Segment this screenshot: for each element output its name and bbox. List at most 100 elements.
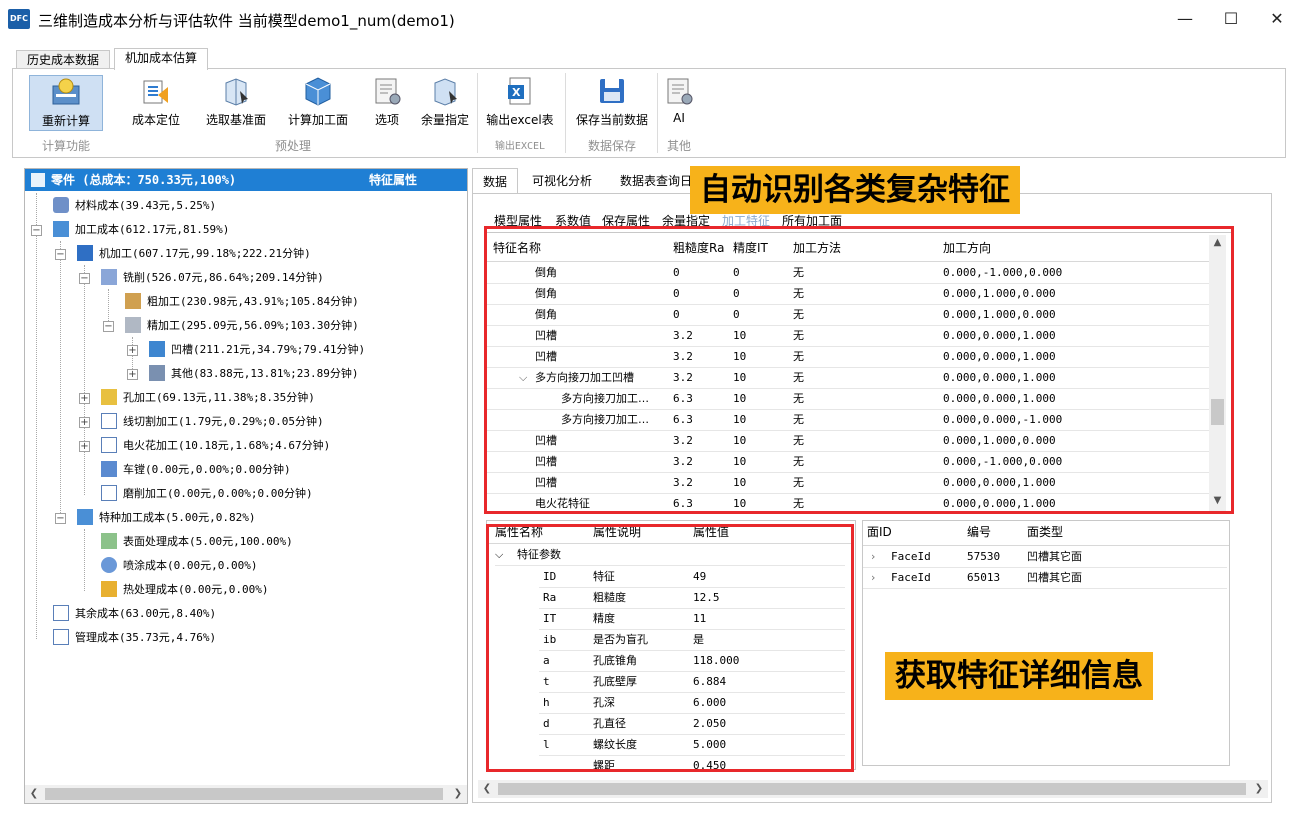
tree-node-special[interactable]: 特种加工成本(5.00元,0.82%) [77,507,255,529]
expand-icon[interactable]: + [79,417,90,428]
minimize-button[interactable]: — [1162,0,1208,38]
col-attr-name[interactable]: 属性名称 [495,521,544,543]
feature-row[interactable]: 凹槽 3.2 10 无 0.000,-1.000,0.000 [487,452,1209,473]
cost-locate-button[interactable]: 成本定位 [127,75,185,131]
tab-data[interactable]: 数据 [472,168,519,194]
export-excel-button[interactable]: X 输出excel表 [485,75,555,131]
collapse-icon[interactable]: − [79,273,90,284]
tab-visual-analysis[interactable]: 可视化分析 [522,168,602,194]
col-feature-name[interactable]: 特征名称 [493,237,542,259]
expand-icon[interactable]: + [79,441,90,452]
save-data-button[interactable]: 保存当前数据 [573,75,651,131]
feature-row[interactable]: 凹槽 3.2 10 无 0.000,0.000,1.000 [487,326,1209,347]
feature-row[interactable]: 凹槽 3.2 10 无 0.000,0.000,1.000 [487,347,1209,368]
tree-horizontal-scrollbar[interactable]: ❮ ❯ [25,785,467,803]
attr-row[interactable]: IT 精度 11 [539,609,845,630]
face-row[interactable]: › FaceId 65013 凹槽其它面 [863,568,1227,589]
tree-node-machining[interactable]: 机加工(607.17元,99.18%;222.21分钟) [77,243,311,265]
expand-icon[interactable]: + [127,345,138,356]
tab-history-cost[interactable]: 历史成本数据 [16,50,111,70]
col-precision[interactable]: 精度IT [733,237,768,259]
col-face-id[interactable]: 面ID [867,521,892,543]
subtab-machining-feature[interactable]: 加工特征 [722,212,770,230]
collapse-icon[interactable]: − [55,249,66,260]
collapse-icon[interactable]: − [103,321,114,332]
close-button[interactable]: ✕ [1254,0,1299,38]
attr-row[interactable]: a 孔底锥角 118.000 [539,651,845,672]
maximize-button[interactable]: ☐ [1208,0,1254,38]
feature-row[interactable]: 多方向接刀加工… 6.3 10 无 0.000,0.000,-1.000 [487,410,1209,431]
tree-node-management[interactable]: 管理成本(35.73元,4.76%) [53,627,216,649]
subtab-save-attr[interactable]: 保存属性 [602,212,650,230]
tab-machining-estimate[interactable]: 机加成本估算 [114,48,209,70]
expand-icon[interactable]: + [79,393,90,404]
expand-icon[interactable]: + [127,369,138,380]
attr-row[interactable]: Ra 粗糙度 12.5 [539,588,845,609]
attr-row[interactable]: h 孔深 6.000 [539,693,845,714]
tree-node-milling[interactable]: 铣削(526.07元,86.64%;209.14分钟) [101,267,324,289]
calc-face-button[interactable]: 计算加工面 [285,75,351,131]
tree-node-other-cost[interactable]: 其余成本(63.00元,8.40%) [53,603,216,625]
col-method[interactable]: 加工方法 [793,237,842,259]
attr-row[interactable]: 螺距 0.450 [539,756,845,769]
attr-group-row[interactable]: ⌵ 特征参数 [495,545,845,566]
tab-table-query[interactable]: 数据表查询日 [610,168,702,194]
right-horizontal-scrollbar[interactable]: ❮ ❯ [478,780,1268,798]
scroll-thumb[interactable] [45,788,443,800]
subtab-coefficient[interactable]: 系数值 [555,212,591,230]
feature-row[interactable]: 凹槽 3.2 10 无 0.000,0.000,1.000 [487,473,1209,494]
feature-row[interactable]: 倒角 0 0 无 0.000,1.000,0.000 [487,284,1209,305]
subtab-allowance[interactable]: 余量指定 [662,212,710,230]
attr-row[interactable]: d 孔直径 2.050 [539,714,845,735]
tree-node-surface[interactable]: 表面处理成本(5.00元,100.00%) [101,531,293,553]
tree-node-grinding[interactable]: 磨削加工(0.00元,0.00%;0.00分钟) [101,483,313,505]
ai-button[interactable]: AI [661,75,697,131]
feature-row[interactable]: 多方向接刀加工… 6.3 10 无 0.000,0.000,1.000 [487,389,1209,410]
attr-row[interactable]: ib 是否为盲孔 是 [539,630,845,651]
select-base-button[interactable]: 选取基准面 [203,75,269,131]
scroll-right-icon[interactable]: ❯ [1250,780,1268,798]
tree-node-turning[interactable]: 车镗(0.00元,0.00%;0.00分钟) [101,459,291,481]
col-direction[interactable]: 加工方向 [943,237,992,259]
options-button[interactable]: 选项 [367,75,407,131]
recalc-button[interactable]: 重新计算 [29,75,103,131]
col-roughness[interactable]: 粗糙度Ra [673,237,725,259]
subtab-model-attr[interactable]: 模型属性 [494,212,542,230]
allowance-button[interactable]: 余量指定 [417,75,473,131]
scroll-left-icon[interactable]: ❮ [25,785,43,803]
scroll-thumb[interactable] [1211,399,1224,425]
scroll-thumb[interactable] [498,783,1246,795]
tree-node-other[interactable]: 其他(83.88元,13.81%;23.89分钟) [149,363,358,385]
feature-row[interactable]: 倒角 0 0 无 0.000,-1.000,0.000 [487,263,1209,284]
feature-row[interactable]: 电火花特征 6.3 10 无 0.000,0.000,1.000 [487,494,1209,513]
attr-row[interactable]: l 螺纹长度 5.000 [539,735,845,756]
tree-node-finish[interactable]: 精加工(295.09元,56.09%;103.30分钟) [125,315,359,337]
col-face-type[interactable]: 面类型 [1027,521,1064,543]
feature-vertical-scrollbar[interactable]: ▲ ▼ [1209,235,1226,511]
tree-node-process-cost[interactable]: 加工成本(612.17元,81.59%) [53,219,229,241]
collapse-icon[interactable]: − [55,513,66,524]
tree-node-heat[interactable]: 热处理成本(0.00元,0.00%) [101,579,268,601]
col-attr-desc[interactable]: 属性说明 [593,521,642,543]
scroll-up-icon[interactable]: ▲ [1209,237,1226,248]
tree-node-spray[interactable]: 喷涂成本(0.00元,0.00%) [101,555,257,577]
tree-node-edm[interactable]: 电火花加工(10.18元,1.68%;4.67分钟) [101,435,330,457]
attr-row[interactable]: t 孔底壁厚 6.884 [539,672,845,693]
tree-node-rough[interactable]: 粗加工(230.98元,43.91%;105.84分钟) [125,291,359,313]
scroll-down-icon[interactable]: ▼ [1209,495,1226,506]
scroll-left-icon[interactable]: ❮ [478,780,496,798]
tree-node-material[interactable]: 材料成本(39.43元,5.25%) [53,195,216,217]
collapse-icon[interactable]: − [31,225,42,236]
tree-node-groove[interactable]: 凹槽(211.21元,34.79%;79.41分钟) [149,339,365,361]
attr-row[interactable]: ID 特征 49 [539,567,845,588]
tree-node-hole[interactable]: 孔加工(69.13元,11.38%;8.35分钟) [101,387,315,409]
col-face-num[interactable]: 编号 [967,521,992,543]
tree-header[interactable]: 零件 (总成本：750.33元,100%) 特征属性 [25,169,467,191]
subtab-all-faces[interactable]: 所有加工面 [782,212,842,230]
face-row[interactable]: › FaceId 57530 凹槽其它面 [863,547,1227,568]
feature-row[interactable]: ⌵ 多方向接刀加工凹槽 3.2 10 无 0.000,0.000,1.000 [487,368,1209,389]
col-attr-value[interactable]: 属性值 [693,521,730,543]
feature-row[interactable]: 凹槽 3.2 10 无 0.000,1.000,0.000 [487,431,1209,452]
scroll-right-icon[interactable]: ❯ [449,785,467,803]
feature-row[interactable]: 倒角 0 0 无 0.000,1.000,0.000 [487,305,1209,326]
